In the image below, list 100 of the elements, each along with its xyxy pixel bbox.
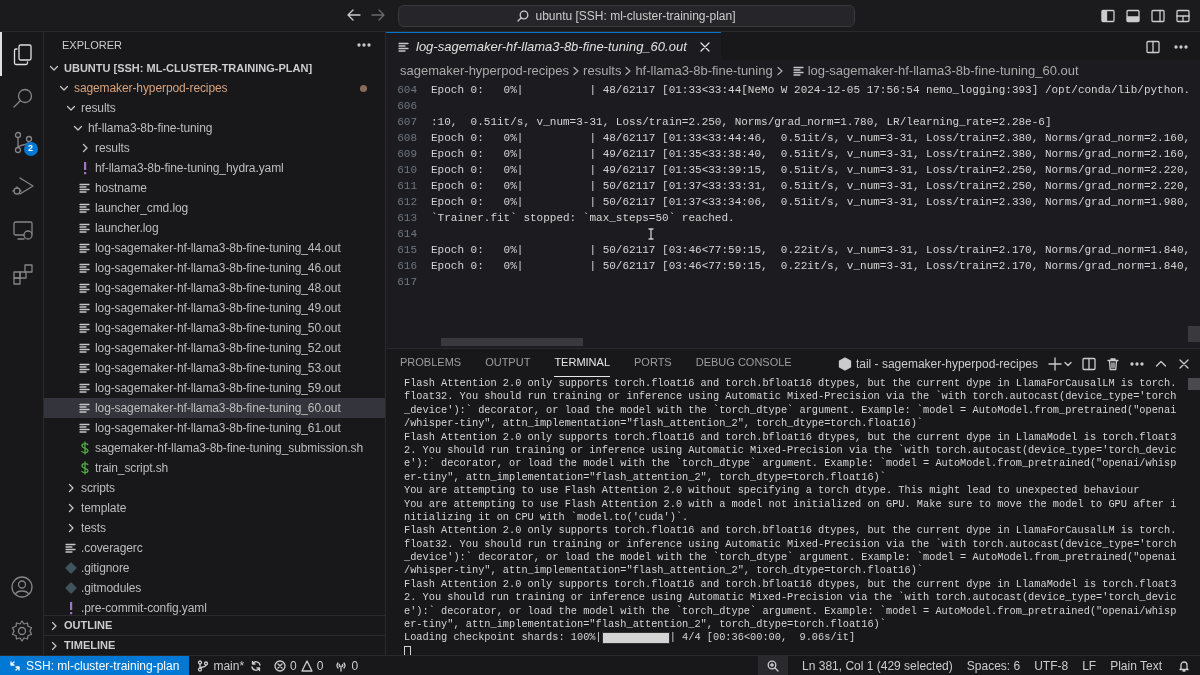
folder-tree-item[interactable]: sagemaker-hyperpod-recipes	[44, 78, 385, 98]
settings-icon	[9, 619, 34, 643]
close-icon[interactable]	[698, 40, 711, 53]
secondary-sidebar-icon[interactable]	[1151, 9, 1165, 23]
panel-tab[interactable]: DEBUG CONSOLE	[695, 349, 792, 377]
file-tree-item[interactable]: log-sagemaker-hf-llama3-8b-fine-tuning_48.out	[44, 278, 385, 298]
remote-indicator[interactable]: SSH: ml-cluster-training-plan	[0, 655, 190, 675]
file-tree-item[interactable]: .pre-commit-config.yaml	[44, 598, 385, 615]
line-number: 615	[396, 242, 418, 258]
panel-toggle-icon[interactable]	[1126, 9, 1140, 23]
sidebar-toggle-icon[interactable]	[1101, 9, 1115, 23]
lines-icon	[65, 542, 77, 554]
terminal-scrollbar-thumb[interactable]	[1188, 378, 1200, 390]
breadcrumb-item[interactable]: hf-llama3-8b-fine-tuning	[635, 61, 773, 81]
line-number: 608	[396, 130, 418, 146]
line-number: 610	[396, 162, 418, 178]
breadcrumb-item[interactable]: sagemaker-hyperpod-recipes	[400, 61, 570, 81]
plus-icon[interactable]	[1048, 357, 1062, 371]
folder-tree-item[interactable]: scripts	[44, 478, 385, 498]
layout-icon[interactable]	[1176, 9, 1190, 23]
lines-icon	[79, 282, 91, 294]
split-editor-icon[interactable]	[1146, 40, 1160, 54]
zoom-button[interactable]	[758, 655, 789, 675]
file-tree-item[interactable]: hostname	[44, 178, 385, 198]
chevron-right-icon	[572, 65, 581, 77]
file-tree-item[interactable]: log-sagemaker-hf-llama3-8b-fine-tuning_44.out	[44, 238, 385, 258]
file-tree-item[interactable]: train_script.sh	[44, 458, 385, 478]
panel-tab[interactable]: PROBLEMS	[400, 349, 462, 377]
file-tree-item[interactable]: launcher_cmd.log	[44, 198, 385, 218]
line-number: 609	[396, 146, 418, 162]
file-tree-item[interactable]: .gitmodules	[44, 578, 385, 598]
file-tree-item[interactable]: hf-llama3-8b-fine-tuning_hydra.yaml	[44, 158, 385, 178]
breadcrumb-item[interactable]: results	[583, 61, 622, 81]
code-line: Epoch 0: 0%| | 50/62117 [01:37<33:34:06, 0.51it/s, v_num=3-31, Loss/train=2.330, Norms/grad_norm=1.980,	[431, 194, 1191, 210]
terminal-line: Flash Attention 2.0 only supports torch.float16 and torch.bfloat16 dtypes, but the current dype in LlamaForCausalLM is torch.	[404, 524, 1177, 538]
folder-tree-item[interactable]: template	[44, 498, 385, 518]
problems-indicator[interactable]: 0 0	[274, 656, 324, 675]
indentation-indicator[interactable]: Spaces: 6	[966, 656, 1021, 675]
cursor-position[interactable]: Ln 381, Col 1 (429 selected)	[802, 656, 953, 675]
language-mode[interactable]: Plain Text	[1110, 656, 1162, 675]
warning-icon	[300, 659, 313, 672]
terminal-line: | 4/4 [00:36<00:00, 9.06s/it]	[669, 630, 856, 646]
line-number: 606	[396, 98, 418, 114]
folder-tree-item[interactable]: results	[44, 138, 385, 158]
code-line: `Trainer.fit` stopped: `max_steps=50` reached.	[431, 210, 735, 226]
terminal-line: er-tiny", attn_implementation="flash_attention_2", torch_dtype=torch.float16)`	[404, 618, 886, 632]
file-tree-item[interactable]: log-sagemaker-hf-llama3-8b-fine-tuning_49.out	[44, 298, 385, 318]
panel-tab[interactable]: TERMINAL	[554, 349, 610, 377]
line-ending-indicator[interactable]: LF	[1082, 656, 1097, 675]
file-tree-item[interactable]: log-sagemaker-hf-llama3-8b-fine-tuning_60.out	[44, 398, 385, 418]
lines-icon	[79, 382, 91, 394]
file-tree-item[interactable]: log-sagemaker-hf-llama3-8b-fine-tuning_61.out	[44, 418, 385, 438]
branch-indicator[interactable]: main*	[197, 656, 245, 675]
line-number: 607	[396, 114, 418, 130]
code-line: Epoch 0: 0%| | 50/62117 [03:46<77:59:15, 0.22it/s, v_num=3-31, Loss/train=2.170, Norms/grad_norm=1.840,	[431, 258, 1191, 274]
section-header[interactable]: UBUNTU [SSH: ML-CLUSTER-TRAINING-PLAN]	[44, 58, 385, 78]
lines-icon	[398, 40, 410, 53]
back-arrow-icon[interactable]	[346, 7, 362, 23]
file-tree-item[interactable]: log-sagemaker-hf-llama3-8b-fine-tuning_50.out	[44, 318, 385, 338]
file-tree-item[interactable]: log-sagemaker-hf-llama3-8b-fine-tuning_59.out	[44, 378, 385, 398]
split-terminal-icon[interactable]	[1082, 357, 1096, 371]
breadcrumb-item[interactable]: log-sagemaker-hf-llama3-8b-fine-tuning_60.out	[807, 61, 1079, 81]
forward-arrow-icon[interactable]	[370, 7, 386, 23]
more-actions-icon[interactable]	[357, 43, 371, 47]
file-tree-item[interactable]: log-sagemaker-hf-llama3-8b-fine-tuning_52.out	[44, 338, 385, 358]
folder-tree-item[interactable]: results	[44, 98, 385, 118]
section-header[interactable]: OUTLINE	[44, 615, 385, 635]
more-actions-icon[interactable]	[1174, 45, 1188, 49]
trash-icon[interactable]	[1106, 357, 1120, 371]
file-tree-item[interactable]: sagemaker-hf-llama3-8b-fine-tuning_submission.sh	[44, 438, 385, 458]
more-actions-icon[interactable]	[1130, 362, 1144, 366]
terminal-line: _device'):` decorator, or load the model with the `torch_dtype` argument. Example: `model = AutoModel.from_pretrained("openai	[404, 551, 1177, 565]
file-tree-item[interactable]: .gitignore	[44, 558, 385, 578]
panel-tab[interactable]: OUTPUT	[485, 349, 531, 377]
ports-indicator[interactable]: 0	[335, 656, 359, 675]
bell-icon[interactable]	[1178, 659, 1190, 672]
terminal-line: _device'):` decorator, or load the model with the `torch_dtype` argument. Example: `model = AutoModel.from_pretrained("openai	[404, 403, 1177, 417]
editor-tab[interactable]: log-sagemaker-hf-llama3-8b-fine-tuning_60.out	[386, 32, 721, 60]
activity-source-control-button[interactable]: 2	[0, 120, 44, 164]
line-number: 613	[396, 210, 418, 226]
file-tree-item[interactable]: log-sagemaker-hf-llama3-8b-fine-tuning_53.out	[44, 358, 385, 378]
sync-icon[interactable]	[250, 659, 263, 672]
folder-tree-item[interactable]: hf-llama3-8b-fine-tuning	[44, 118, 385, 138]
terminal-line: e'):` decorator, or load the model with the `torch_dtype` argument. Example: `model = AutoModel.from_pretrained("openai/whisp	[404, 604, 1177, 618]
encoding-indicator[interactable]: UTF-8	[1034, 656, 1069, 675]
line-number: 612	[396, 194, 418, 210]
file-tree-item[interactable]: log-sagemaker-hf-llama3-8b-fine-tuning_46.out	[44, 258, 385, 278]
panel-tab[interactable]: PORTS	[634, 349, 672, 377]
close-icon[interactable]	[1178, 358, 1190, 370]
diamond-icon	[65, 582, 77, 594]
vertical-scrollbar-thumb[interactable]	[1188, 326, 1200, 342]
error-icon	[274, 659, 287, 672]
folder-tree-item[interactable]: tests	[44, 518, 385, 538]
horizontal-scrollbar-thumb[interactable]	[441, 338, 583, 346]
code-line: Epoch 0: 0%| | 49/62117 [01:35<33:38:40, 0.51it/s, v_num=3-31, Loss/train=2.380, Norms/grad_norm=2.160,	[431, 146, 1191, 162]
terminal-name[interactable]: tail - sagemaker-hyperpod-recipes	[855, 355, 1038, 373]
file-tree-item[interactable]: .coveragerc	[44, 538, 385, 558]
terminal-line: You are attempting to use Flash Attention 2.0 with a model not initialized on GPU. Make sure to move the model to GPU after i	[404, 497, 1177, 511]
file-tree-item[interactable]: launcher.log	[44, 218, 385, 238]
command-center-search[interactable]: ubuntu [SSH: ml-cluster-training-plan]	[398, 5, 855, 27]
